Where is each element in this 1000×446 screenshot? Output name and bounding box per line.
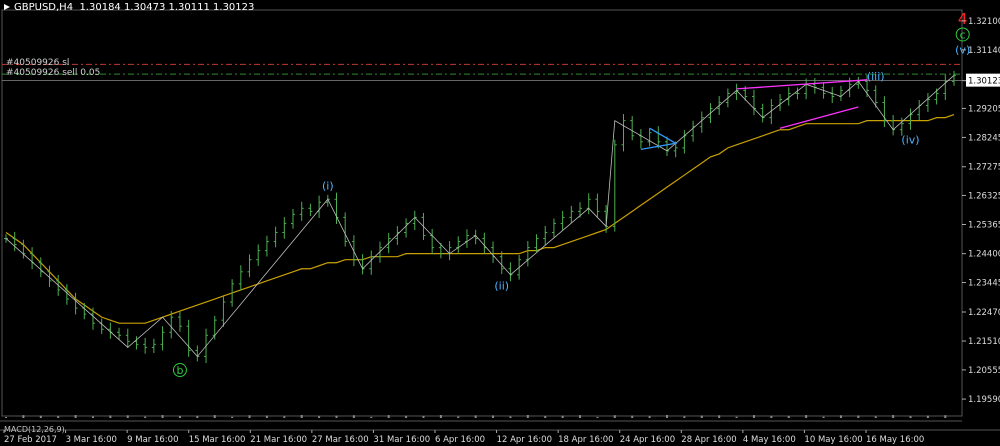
macd-bar: [178, 415, 181, 418]
macd-bar: [892, 415, 895, 418]
time-tick-label: 6 Apr 16:00: [435, 435, 485, 445]
macd-bar: [283, 416, 286, 418]
order-sl-label: #40509926 sl: [6, 58, 70, 68]
wave-label: c: [960, 28, 966, 41]
price-tick-label: 1.28245: [968, 133, 1000, 143]
macd-bar: [944, 415, 947, 418]
symbol-label: GBPUSD,H4: [14, 2, 74, 13]
time-tick-label: 18 Apr 16:00: [558, 435, 613, 445]
macd-bar: [405, 415, 408, 418]
macd-bar: [683, 416, 686, 418]
ohlc-values: 1.30184 1.30473 1.30111 1.30123: [79, 2, 255, 13]
macd-bar: [492, 415, 495, 418]
time-tick-label: 21 Mar 16:00: [250, 435, 307, 445]
price-tick-label: 1.27275: [968, 163, 1000, 173]
macd-bar: [5, 417, 7, 418]
time-tick-label: 10 May 16:00: [804, 435, 862, 445]
macd-bar: [213, 415, 216, 418]
price-tick-label: 1.29205: [968, 104, 1000, 114]
macd-bar: [74, 415, 77, 418]
macd-bar: [248, 415, 251, 418]
time-tick-label: 3 Mar 16:00: [66, 435, 117, 445]
time-tick-label: 16 May 16:00: [866, 435, 924, 445]
macd-bar: [596, 416, 599, 418]
macd-bar: [370, 416, 373, 418]
macd-bar: [544, 416, 547, 418]
macd-bar: [231, 416, 234, 418]
macd-bar: [926, 415, 929, 418]
macd-bar: [631, 415, 634, 418]
chart-menu-icon: [4, 4, 10, 10]
wave-label: 4: [958, 10, 968, 28]
macd-bar: [387, 415, 390, 418]
price-tick-label: 1.30123: [968, 77, 1000, 87]
macd-indicator-label: MACD(12,26,9): [4, 425, 65, 434]
price-tick-label: 1.25365: [968, 220, 1000, 230]
macd-bar: [665, 415, 668, 418]
time-tick-label: 4 May 16:00: [743, 435, 796, 445]
macd-bar: [300, 415, 303, 418]
macd-bar: [474, 415, 477, 418]
macd-bar: [196, 415, 199, 418]
macd-bar: [335, 415, 338, 418]
price-tick-label: 1.32100: [968, 17, 1000, 27]
macd-bar: [770, 415, 773, 418]
time-tick-label: 12 Apr 16:00: [497, 435, 552, 445]
wave-label: (ii): [494, 279, 509, 292]
macd-bar: [579, 415, 582, 418]
wave-label: b: [176, 364, 183, 377]
macd-bar: [422, 415, 425, 418]
macd-bar: [109, 415, 112, 418]
macd-bar: [161, 415, 164, 418]
price-tick-label: 1.31140: [968, 46, 1000, 56]
macd-bar: [526, 415, 529, 418]
price-tick-label: 1.22470: [968, 308, 1000, 318]
macd-bar: [22, 415, 25, 418]
macd-bar: [752, 415, 755, 418]
price-tick-label: 1.26325: [968, 191, 1000, 201]
macd-bar: [909, 416, 912, 418]
macd-bar: [735, 416, 738, 418]
time-tick-label: 31 Mar 16:00: [373, 435, 430, 445]
macd-bar: [57, 416, 60, 418]
macd-bar: [91, 416, 94, 418]
macd-bar: [857, 415, 860, 418]
price-tick-label: 1.19590: [968, 395, 1000, 405]
time-tick-label: 27 Mar 16:00: [312, 435, 369, 445]
macd-bar: [439, 415, 442, 418]
macd-bar: [126, 415, 129, 418]
price-tick-label: 1.20555: [968, 366, 1000, 376]
macd-bar: [509, 416, 512, 418]
macd-bar: [805, 415, 808, 418]
time-tick-label: 28 Apr 16:00: [681, 435, 736, 445]
macd-bar: [700, 415, 703, 418]
macd-bar: [561, 415, 564, 418]
order-entry-label: #40509926 sell 0.05: [6, 68, 101, 78]
macd-bar: [265, 415, 268, 418]
macd-bar: [318, 416, 321, 418]
macd-bar: [874, 416, 877, 418]
time-tick-label: 15 Mar 16:00: [189, 435, 246, 445]
macd-bar: [352, 415, 355, 418]
macd-bar: [39, 415, 42, 418]
price-tick-label: 1.24400: [968, 250, 1000, 260]
macd-bar: [144, 416, 147, 418]
time-tick-label: 9 Mar 16:00: [127, 435, 178, 445]
chart-title-bar: GBPUSD,H4 1.30184 1.30473 1.30111 1.3012…: [4, 2, 254, 13]
price-tick-label: 1.21510: [968, 337, 1000, 347]
macd-bar: [457, 416, 460, 418]
macd-bar: [718, 415, 721, 418]
wave-label: (iii): [867, 70, 885, 83]
wave-label: (iv): [901, 133, 919, 146]
price-tick-label: 1.23445: [968, 279, 1000, 289]
macd-bar: [839, 415, 842, 418]
macd-bar: [648, 416, 651, 418]
wave-label: (i): [322, 180, 334, 193]
time-tick-label: 27 Feb 2017: [4, 435, 57, 445]
macd-bar: [822, 416, 825, 418]
price-chart[interactable]: (i)(ii)(iii)(iv)(v)bc4 1.321001.311401.3…: [0, 0, 1000, 446]
macd-bar: [613, 415, 616, 418]
macd-bar: [787, 415, 790, 418]
time-tick-label: 24 Apr 16:00: [620, 435, 675, 445]
